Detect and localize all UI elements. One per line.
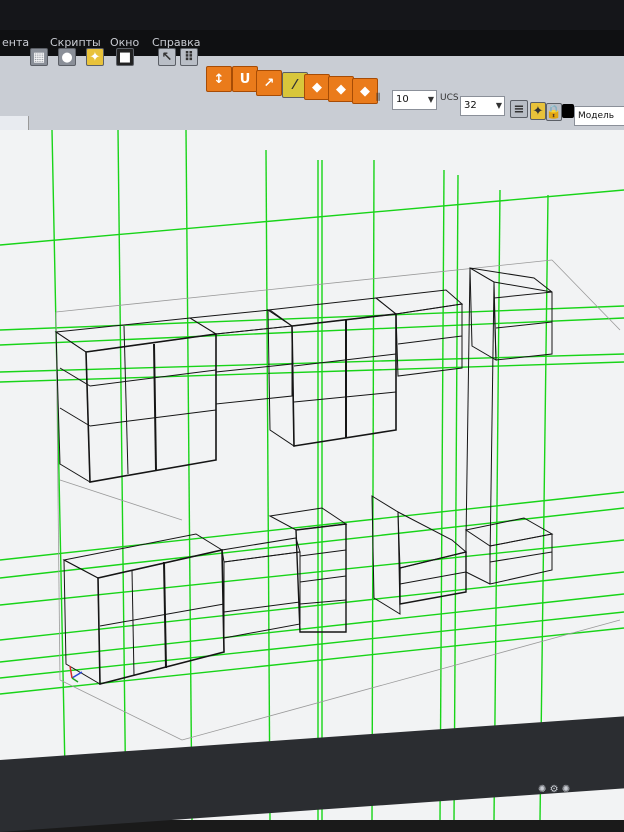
sun-icon: ✺	[561, 784, 571, 795]
upper-cabinets	[54, 267, 553, 483]
gear-icon: ⚙	[549, 784, 559, 795]
status-icons: ✺ ⚙ ✺	[538, 784, 570, 795]
sun-icon: ✺	[538, 784, 547, 795]
axis-gizmo-icon	[69, 665, 83, 683]
bounding-box	[55, 259, 621, 741]
horizontal-guides	[0, 189, 624, 695]
model-canvas	[0, 129, 624, 821]
